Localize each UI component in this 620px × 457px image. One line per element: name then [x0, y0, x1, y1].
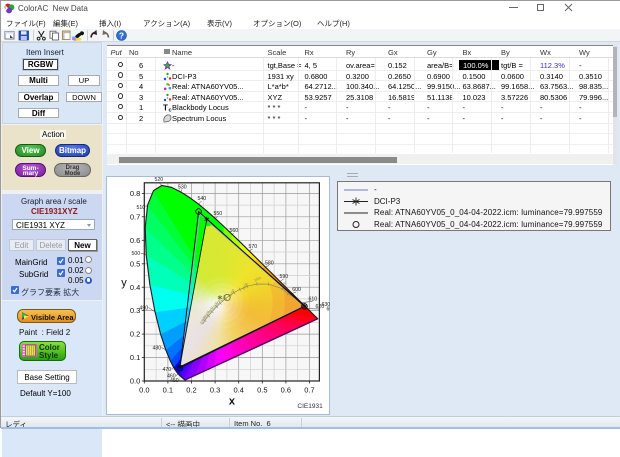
- svg-text:0.5: 0.5: [130, 260, 140, 269]
- svg-text:0.0: 0.0: [139, 386, 149, 395]
- svg-text:0.0: 0.0: [130, 377, 140, 386]
- svg-text:0.7: 0.7: [304, 386, 314, 395]
- svg-text:0.1: 0.1: [163, 386, 173, 395]
- svg-text:540: 540: [198, 196, 207, 202]
- svg-text:0.8: 0.8: [130, 189, 140, 198]
- svg-text:0.5: 0.5: [257, 386, 267, 395]
- svg-text:480: 480: [153, 346, 162, 352]
- svg-text:530: 530: [178, 185, 187, 191]
- svg-text:0.2: 0.2: [130, 330, 140, 339]
- svg-text:y: y: [122, 277, 128, 289]
- svg-text:T: T: [163, 104, 168, 113]
- svg-text:0.2: 0.2: [186, 386, 196, 395]
- svg-text:500: 500: [132, 251, 141, 257]
- svg-text:0.7: 0.7: [130, 213, 140, 222]
- svg-text:x: x: [229, 396, 236, 408]
- svg-text:0.6: 0.6: [130, 236, 140, 245]
- svg-text:470: 470: [163, 367, 172, 373]
- svg-text:550: 550: [214, 211, 223, 217]
- svg-text:570: 570: [249, 244, 258, 250]
- svg-text:?: ?: [119, 31, 124, 41]
- svg-text:600: 600: [292, 287, 301, 293]
- svg-text:580: 580: [265, 261, 274, 267]
- svg-text:CIE1931: CIE1931: [298, 403, 324, 410]
- svg-text:0.4: 0.4: [234, 386, 244, 395]
- svg-text:0.6: 0.6: [281, 386, 291, 395]
- svg-text:560: 560: [230, 228, 239, 234]
- svg-text:650: 650: [327, 307, 330, 313]
- svg-text:0.4: 0.4: [130, 283, 140, 292]
- svg-text:0.1: 0.1: [130, 353, 140, 362]
- svg-text:590: 590: [280, 274, 289, 280]
- svg-text:0.3: 0.3: [210, 386, 220, 395]
- svg-text:0.3: 0.3: [130, 306, 140, 315]
